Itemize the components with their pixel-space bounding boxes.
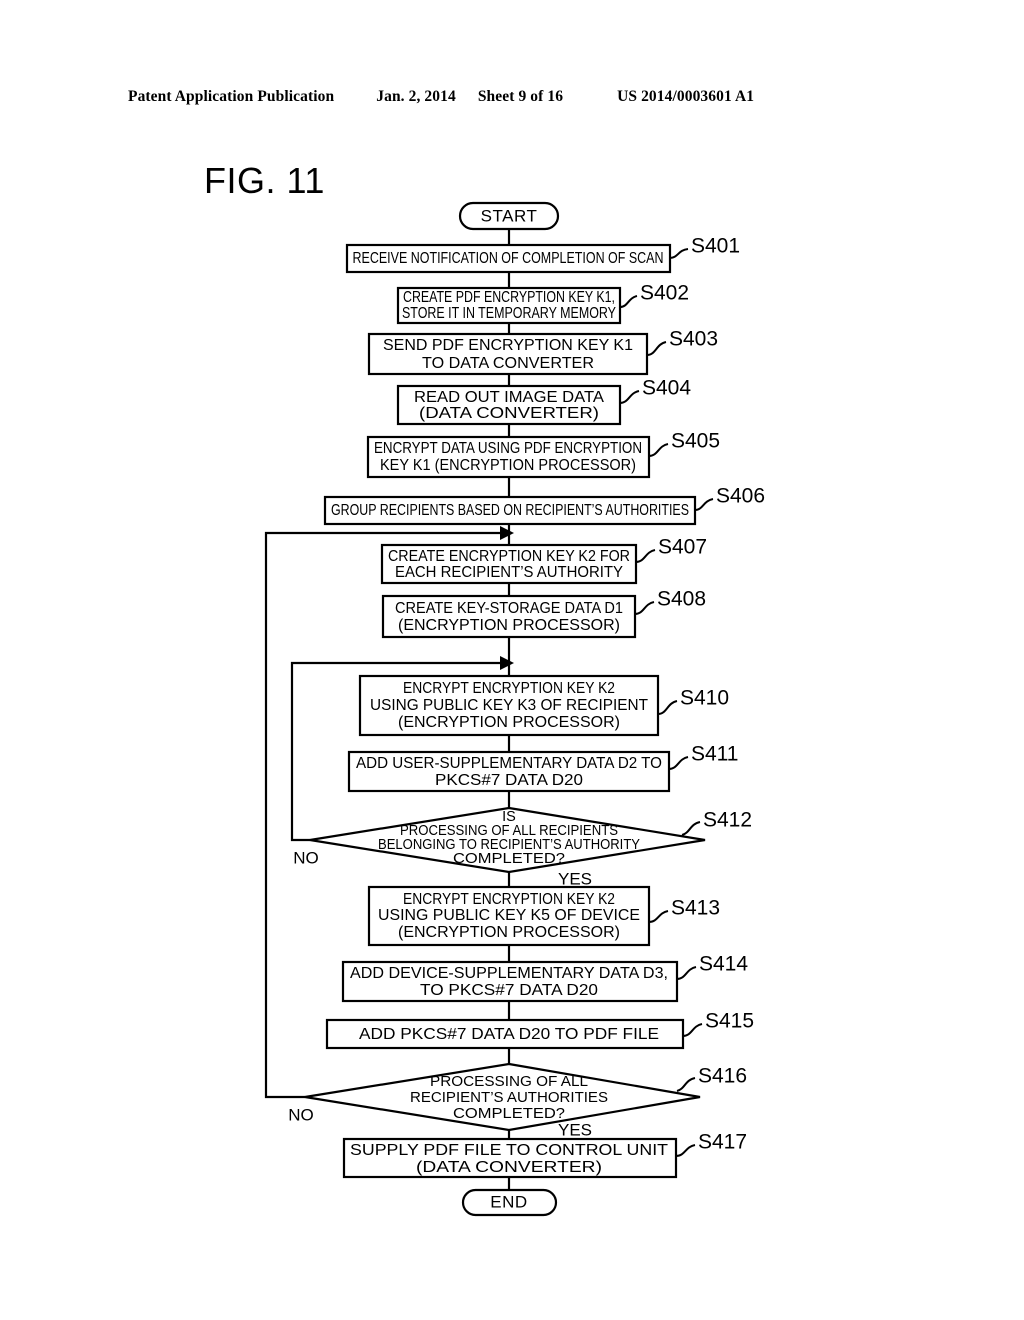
- node-s415: ADD PKCS#7 DATA D20 TO PDF FILE S415: [325, 1010, 754, 1050]
- node-s412: IS PROCESSING OF ALL RECIPIENTS BELONGIN…: [293, 806, 752, 888]
- node-s404: READ OUT IMAGE DATA (DATA CONVERTER) S40…: [396, 377, 691, 426]
- s413-text-line-1: ENCRYPT ENCRYPTION KEY K2: [403, 891, 615, 908]
- feedback-arrowhead-inner: [500, 656, 514, 670]
- s412-step-id: S412: [703, 809, 752, 832]
- s415-leader-line: [682, 1023, 703, 1037]
- s410-step-id: S410: [680, 687, 729, 710]
- s406-step-id: S406: [716, 485, 765, 508]
- s408-leader-line: [634, 601, 655, 615]
- s412-branch-yes-label: YES: [558, 869, 592, 888]
- s412-leader-line: [681, 821, 701, 836]
- s410-leader-line: [657, 700, 678, 715]
- node-s413: ENCRYPT ENCRYPTION KEY K2 USING PUBLIC K…: [367, 885, 720, 947]
- node-s410: ENCRYPT ENCRYPTION KEY K2 USING PUBLIC K…: [358, 674, 729, 737]
- s405-text-line-1: ENCRYPT DATA USING PDF ENCRYPTION: [374, 440, 642, 457]
- s402-step-id: S402: [640, 282, 689, 305]
- s403-text-line-1: SEND PDF ENCRYPTION KEY K1: [383, 337, 633, 354]
- s411-leader-line: [668, 756, 689, 770]
- node-s408: CREATE KEY-STORAGE DATA D1 (ENCRYPTION P…: [381, 588, 706, 639]
- node-s401: RECEIVE NOTIFICATION OF COMPLETION OF SC…: [345, 235, 740, 274]
- s414-leader-line: [676, 966, 697, 980]
- s405-leader-line: [648, 443, 669, 457]
- node-s406: GROUP RECIPIENTS BASED ON RECIPIENT’S AU…: [323, 485, 765, 526]
- s412-branch-no-label: NO: [293, 848, 319, 867]
- s402-leader-line: [619, 295, 638, 308]
- s411-step-id: S411: [691, 743, 739, 766]
- s403-leader-line: [646, 341, 667, 356]
- node-start: START: [458, 201, 560, 231]
- s405-step-id: S405: [671, 430, 720, 453]
- s413-text-line-2: USING PUBLIC KEY K5 OF DEVICE: [378, 907, 640, 924]
- node-end: END: [461, 1188, 558, 1217]
- s407-text-line-2: EACH RECIPIENT’S AUTHORITY: [395, 564, 623, 581]
- s406-leader-line: [694, 498, 714, 511]
- s408-text-line-1: CREATE KEY-STORAGE DATA D1: [395, 600, 623, 617]
- patent-page: Patent Application Publication Jan. 2, 2…: [0, 0, 1024, 1320]
- s410-text-line-2: USING PUBLIC KEY K3 OF RECIPIENT: [370, 697, 649, 714]
- start-label: START: [481, 206, 538, 225]
- s408-step-id: S408: [657, 588, 706, 611]
- s407-step-id: S407: [658, 536, 707, 559]
- s415-text-line-1: ADD PKCS#7 DATA D20 TO PDF FILE: [359, 1026, 659, 1043]
- s412-text-line-4: COMPLETED?: [453, 851, 565, 867]
- s406-text-line-1: GROUP RECIPIENTS BASED ON RECIPIENT’S AU…: [331, 502, 689, 519]
- s413-text-line-3: (ENCRYPTION PROCESSOR): [398, 924, 620, 941]
- s416-branch-no-label: NO: [288, 1105, 314, 1124]
- s403-text-line-2: TO DATA CONVERTER: [422, 355, 594, 372]
- s417-text-line-1: SUPPLY PDF FILE TO CONTROL UNIT: [350, 1142, 669, 1159]
- node-s402: CREATE PDF ENCRYPTION KEY K1, STORE IT I…: [396, 282, 689, 325]
- s415-step-id: S415: [705, 1010, 754, 1033]
- s416-branch-yes-label: YES: [558, 1120, 592, 1139]
- feedback-arrowhead-outer: [500, 526, 514, 540]
- s410-text-line-3: (ENCRYPTION PROCESSOR): [398, 714, 620, 731]
- s408-text-line-2: (ENCRYPTION PROCESSOR): [398, 617, 620, 634]
- s404-text-line-2: (DATA CONVERTER): [419, 405, 599, 422]
- node-s405: ENCRYPT DATA USING PDF ENCRYPTION KEY K1…: [366, 430, 720, 479]
- node-s403: SEND PDF ENCRYPTION KEY K1 TO DATA CONVE…: [367, 328, 718, 376]
- s410-text-line-1: ENCRYPT ENCRYPTION KEY K2: [403, 680, 615, 697]
- s404-step-id: S404: [642, 377, 691, 400]
- s416-step-id: S416: [698, 1065, 747, 1088]
- s416-text-line-1: PROCESSING OF ALL: [430, 1074, 588, 1090]
- s411-text-line-1: ADD USER-SUPPLEMENTARY DATA D2 TO: [356, 755, 662, 772]
- s416-text-line-3: COMPLETED?: [453, 1106, 565, 1122]
- s416-text-line-2: RECIPIENT’S AUTHORITIES: [410, 1090, 608, 1106]
- s414-step-id: S414: [699, 953, 748, 976]
- s401-text-line-1: RECEIVE NOTIFICATION OF COMPLETION OF SC…: [353, 250, 664, 267]
- flowchart-figure-11: START RECEIVE NOTIFICATION OF COMPLETION…: [264, 201, 765, 1217]
- s404-leader-line: [619, 390, 640, 404]
- s403-step-id: S403: [669, 328, 718, 351]
- node-s417: SUPPLY PDF FILE TO CONTROL UNIT (DATA CO…: [342, 1131, 747, 1179]
- s414-text-line-1: ADD DEVICE-SUPPLEMENTARY DATA D3,: [350, 965, 668, 982]
- s416-leader-line: [676, 1077, 696, 1092]
- s414-text-line-2: TO PKCS#7 DATA D20: [420, 982, 598, 999]
- s402-text-line-1: CREATE PDF ENCRYPTION KEY K1,: [403, 289, 615, 306]
- s411-text-line-2: PKCS#7 DATA D20: [435, 772, 583, 789]
- s417-leader-line: [675, 1144, 696, 1157]
- end-label: END: [490, 1192, 527, 1211]
- s401-leader-line: [669, 248, 689, 259]
- node-s411: ADD USER-SUPPLEMENTARY DATA D2 TO PKCS#7…: [347, 743, 739, 793]
- s407-text-line-1: CREATE ENCRYPTION KEY K2 FOR: [388, 548, 630, 565]
- node-s414: ADD DEVICE-SUPPLEMENTARY DATA D3, TO PKC…: [341, 953, 748, 1003]
- s404-text-line-1: READ OUT IMAGE DATA: [414, 389, 605, 406]
- s407-leader-line: [635, 549, 656, 563]
- node-s407: CREATE ENCRYPTION KEY K2 FOR EACH RECIPI…: [380, 536, 707, 585]
- s413-step-id: S413: [671, 897, 720, 920]
- node-s416: PROCESSING OF ALL RECIPIENT’S AUTHORITIE…: [288, 1062, 747, 1139]
- s413-leader-line: [648, 910, 669, 923]
- s417-text-line-2: (DATA CONVERTER): [416, 1159, 602, 1176]
- s401-step-id: S401: [691, 235, 740, 258]
- s417-step-id: S417: [698, 1131, 747, 1154]
- s405-text-line-2: KEY K1 (ENCRYPTION PROCESSOR): [380, 457, 636, 474]
- s402-text-line-2: STORE IT IN TEMPORARY MEMORY: [402, 305, 616, 322]
